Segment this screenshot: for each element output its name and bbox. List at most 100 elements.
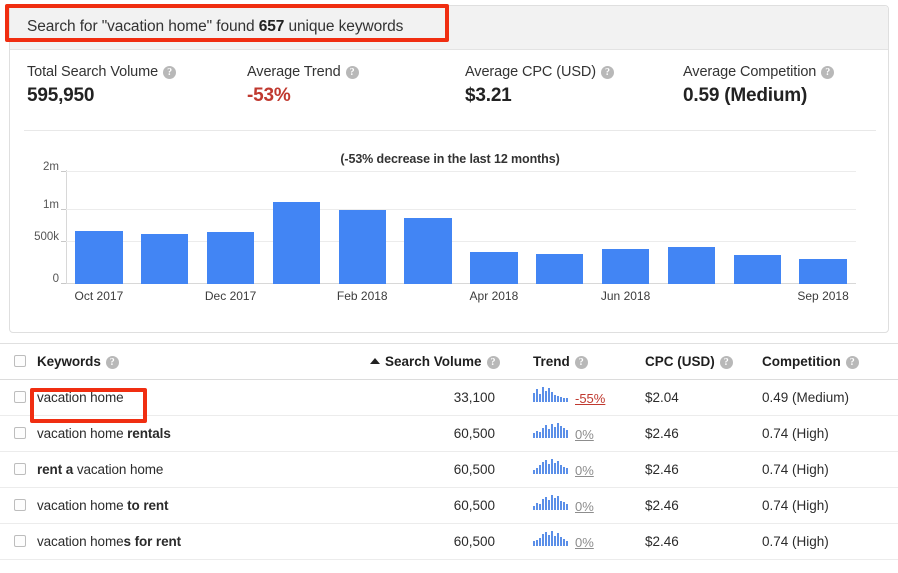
- metric-value: $3.21: [465, 85, 512, 106]
- chart-x-tick-label: Jun 2018: [600, 289, 651, 303]
- help-icon[interactable]: ?: [345, 66, 359, 79]
- column-header-label: Competition: [762, 354, 841, 369]
- cell-cpc: $2.46: [645, 498, 679, 513]
- row-checkbox[interactable]: [14, 535, 26, 547]
- keyword-base: vacation home: [37, 426, 128, 441]
- table-row[interactable]: rent a vacation home 60,500 0% $2.46 0.74 (H…: [0, 452, 898, 488]
- chart-y-tick-mark: [61, 241, 66, 242]
- metric-value: 0.59 (Medium): [683, 85, 808, 106]
- chart-y-tick-label: 1m: [43, 199, 59, 211]
- keyword-base: vacation home: [37, 390, 124, 405]
- help-icon[interactable]: ?: [601, 66, 614, 79]
- search-volume-chart: (-53% decrease in the last 12 months) 0 5…: [10, 134, 890, 332]
- row-checkbox[interactable]: [14, 427, 26, 439]
- trend-percentage: 0%: [575, 499, 594, 514]
- keyword-modifier: s for rent: [123, 534, 182, 549]
- keyword-research-results-page: Search for "vacation home" found 657 uni…: [0, 0, 898, 573]
- chart-bar[interactable]: [141, 233, 189, 284]
- chart-bar[interactable]: [470, 252, 518, 284]
- column-header-competition[interactable]: Competition?: [762, 354, 859, 369]
- chart-bar[interactable]: [601, 248, 650, 284]
- banner-keyword-count: 657: [258, 18, 285, 35]
- cell-keyword[interactable]: vacation home: [37, 390, 124, 405]
- row-checkbox[interactable]: [14, 391, 26, 403]
- keywords-table: Keywords? Search Volume? Trend? CPC (USD…: [0, 343, 898, 573]
- row-checkbox[interactable]: [14, 463, 26, 475]
- column-header-label: CPC (USD): [645, 354, 715, 369]
- cell-keyword[interactable]: vacation home to rent: [37, 498, 169, 513]
- chart-y-tick-mark: [61, 171, 66, 172]
- trend-sparkline: [533, 459, 569, 474]
- keyword-modifier: rent a: [37, 462, 74, 477]
- chart-y-tick-label: 2m: [43, 161, 59, 173]
- cell-competition: 0.74 (High): [762, 462, 829, 477]
- chart-bar[interactable]: [272, 202, 321, 284]
- chart-bar[interactable]: [338, 210, 386, 284]
- chart-gridline: [66, 209, 856, 210]
- metric-value: 595,950: [27, 85, 95, 106]
- help-icon[interactable]: ?: [821, 66, 835, 79]
- chart-bar[interactable]: [667, 247, 716, 284]
- metric-label-text: Average Trend: [247, 64, 341, 80]
- keyword-modifier: rentals: [127, 426, 171, 441]
- metrics-divider: [24, 130, 876, 131]
- cell-search-volume: 60,500: [453, 534, 495, 549]
- cell-trend: 0%: [533, 495, 594, 514]
- help-icon[interactable]: ?: [845, 356, 859, 369]
- caret-up-icon: [370, 358, 380, 364]
- keyword-base: vacation home: [37, 498, 128, 513]
- cell-search-volume: 60,500: [453, 498, 495, 513]
- banner-suffix: unique keywords: [284, 18, 404, 35]
- help-icon[interactable]: ?: [719, 356, 733, 369]
- help-icon[interactable]: ?: [486, 356, 500, 369]
- help-icon[interactable]: ?: [574, 356, 588, 369]
- chart-bar[interactable]: [799, 258, 847, 284]
- trend-percentage: 0%: [575, 427, 594, 442]
- chart-plot-area: 0 500k 1m 2m Oct 2017 Dec 2017 Feb 2018 Apr 201…: [34, 161, 856, 303]
- cell-keyword[interactable]: vacation home rentals: [37, 426, 171, 441]
- table-row[interactable]: vacation home rentals 60,500 0% $2.46 0.74 (…: [0, 416, 898, 452]
- metric-average-cpc: Average CPC (USD)? $3.21: [465, 64, 614, 107]
- chart-y-tick-label: 500k: [34, 231, 59, 243]
- trend-percentage: -55%: [575, 391, 606, 406]
- cell-keyword[interactable]: rent a vacation home: [37, 462, 163, 477]
- metric-label: Average Competition?: [683, 64, 835, 80]
- chart-bar[interactable]: [733, 254, 781, 284]
- help-icon[interactable]: ?: [163, 66, 177, 79]
- trend-sparkline: [533, 531, 569, 546]
- column-header-keywords[interactable]: Keywords?: [37, 354, 119, 369]
- column-header-cpc[interactable]: CPC (USD)?: [645, 354, 733, 369]
- cell-keyword[interactable]: vacation homes for rent: [37, 534, 181, 549]
- keyword-base: vacation home: [73, 462, 164, 477]
- chart-bar[interactable]: [536, 254, 584, 284]
- table-row[interactable]: vacation home to rent 60,500 0% $2.46 0.74 (…: [0, 488, 898, 524]
- column-header-trend[interactable]: Trend?: [533, 354, 588, 369]
- chart-bar[interactable]: [206, 232, 255, 284]
- trend-sparkline: [533, 495, 569, 510]
- search-result-banner-text: Search for "vacation home" found 657 uni…: [27, 18, 403, 36]
- chart-y-axis: [66, 170, 67, 284]
- table-row[interactable]: vacation homes for rent 60,500 0% $2.46 0.74…: [0, 524, 898, 560]
- cell-trend: 0%: [533, 531, 594, 550]
- chart-x-tick-label: Apr 2018: [469, 289, 519, 303]
- chart-bar[interactable]: [404, 217, 452, 284]
- metric-label: Total Search Volume?: [27, 64, 177, 80]
- search-result-banner: Search for "vacation home" found 657 uni…: [10, 6, 888, 50]
- help-icon[interactable]: ?: [105, 356, 119, 369]
- cell-search-volume: 60,500: [453, 462, 495, 477]
- metric-label: Average Trend?: [247, 64, 359, 80]
- metric-label-text: Average Competition: [683, 64, 817, 80]
- chart-x-tick-label: Oct 2017: [74, 289, 124, 303]
- banner-prefix: Search for "vacation home" found: [27, 18, 259, 35]
- chart-title: (-53% decrease in the last 12 months): [340, 152, 560, 166]
- metric-label: Average CPC (USD)?: [465, 64, 614, 80]
- cell-search-volume: 60,500: [453, 426, 495, 441]
- cell-competition: 0.74 (High): [762, 498, 829, 513]
- cell-trend: 0%: [533, 459, 594, 478]
- select-all-checkbox[interactable]: [14, 355, 26, 367]
- column-header-search-volume[interactable]: Search Volume?: [370, 354, 500, 369]
- chart-bar[interactable]: [75, 230, 123, 284]
- trend-percentage: 0%: [575, 463, 594, 478]
- row-checkbox[interactable]: [14, 499, 26, 511]
- table-row[interactable]: vacation home 33,100 -55% $2.04 0.49 (Medium…: [0, 380, 898, 416]
